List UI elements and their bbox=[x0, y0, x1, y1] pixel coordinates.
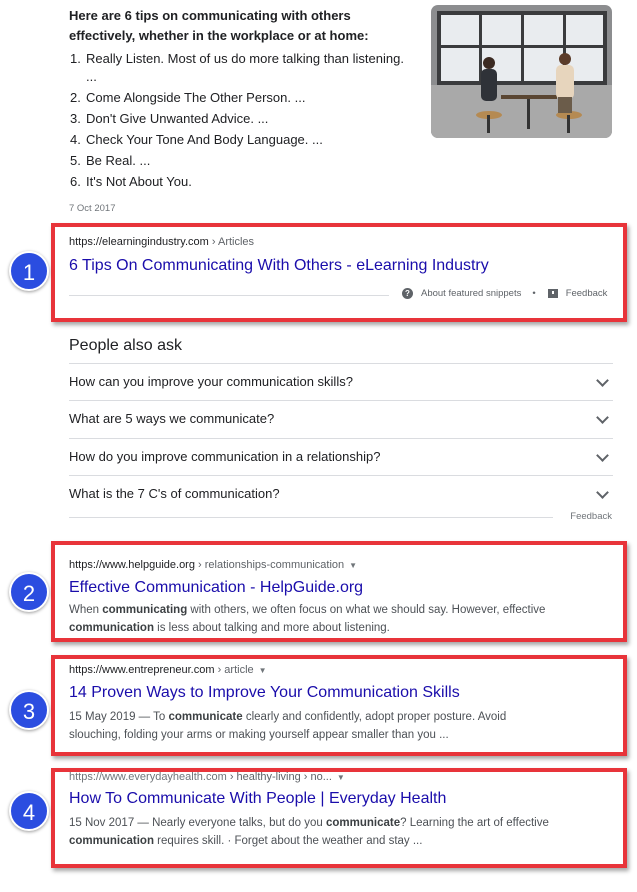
help-circle-icon: ? bbox=[402, 288, 413, 299]
list-item: 1. Really Listen. Most of us do more talk… bbox=[70, 51, 404, 84]
featured-snippet-list: 1. Really Listen. Most of us do more talk… bbox=[69, 50, 419, 194]
result-title-link[interactable]: 14 Proven Ways to Improve Your Communica… bbox=[69, 684, 460, 702]
result-description: 15 May 2019 — To communicate clearly and… bbox=[69, 711, 507, 741]
caret-down-icon[interactable]: ▼ bbox=[349, 561, 357, 570]
paa-question-3[interactable]: How do you improve communication in a re… bbox=[69, 439, 613, 476]
paa-question-2[interactable]: What are 5 ways we communicate? bbox=[69, 401, 613, 438]
breadcrumb: › relationships-communication bbox=[198, 559, 345, 571]
featured-snippet-image[interactable] bbox=[431, 5, 612, 138]
snippet-date: 7 Oct 2017 bbox=[69, 203, 116, 214]
snippet-source-title-link[interactable]: 6 Tips On Communicating With Others - eL… bbox=[69, 257, 489, 275]
breadcrumb: › Articles bbox=[211, 236, 255, 248]
breadcrumb: › healthy-living › no... bbox=[229, 771, 332, 783]
chevron-down-icon bbox=[596, 449, 609, 462]
result-url[interactable]: https://www.helpguide.org › relationship… bbox=[69, 559, 357, 571]
separator-dot: • bbox=[532, 288, 536, 299]
feedback-link[interactable]: Feedback bbox=[566, 288, 608, 299]
result-description: When communicating with others, we often… bbox=[69, 604, 546, 634]
list-item: 2. Come Alongside The Other Person. ... bbox=[70, 90, 306, 105]
result-title-link[interactable]: How To Communicate With People | Everyda… bbox=[69, 790, 446, 808]
people-also-ask-heading: People also ask bbox=[69, 337, 182, 354]
chevron-down-icon bbox=[596, 411, 609, 424]
annotation-badge-2: 2 bbox=[9, 572, 49, 612]
result-url[interactable]: https://www.entrepreneur.com › article ▼ bbox=[69, 664, 267, 676]
annotation-badge-1: 1 bbox=[9, 251, 49, 291]
chevron-down-icon bbox=[596, 374, 609, 387]
list-item: 5. Be Real. ... bbox=[70, 153, 151, 168]
paa-question-4[interactable]: What is the 7 C's of communication? bbox=[69, 476, 613, 513]
snippet-source-url[interactable]: https://elearningindustry.com › Articles bbox=[69, 236, 254, 248]
divider bbox=[69, 295, 389, 296]
list-item: 6. It's Not About You. bbox=[70, 174, 192, 189]
result-title-link[interactable]: Effective Communication - HelpGuide.org bbox=[69, 579, 363, 597]
annotation-badge-4: 4 bbox=[9, 791, 49, 831]
featured-snippet-heading: Here are 6 tips on communicating with ot… bbox=[69, 8, 369, 43]
snippet-footer: ? About featured snippets • Feedback bbox=[402, 288, 607, 299]
chevron-down-icon bbox=[596, 486, 609, 499]
caret-down-icon[interactable]: ▼ bbox=[259, 666, 267, 675]
paa-question-1[interactable]: How can you improve your communication s… bbox=[69, 364, 613, 401]
caret-down-icon[interactable]: ▼ bbox=[337, 773, 345, 782]
office-photo bbox=[431, 5, 612, 138]
divider bbox=[69, 517, 553, 518]
result-description: 15 Nov 2017 — Nearly everyone talks, but… bbox=[69, 817, 549, 847]
feedback-flag-icon bbox=[547, 289, 558, 298]
list-item: 3. Don't Give Unwanted Advice. ... bbox=[70, 111, 269, 126]
result-url[interactable]: https://www.everydayhealth.com › healthy… bbox=[69, 771, 345, 783]
breadcrumb: › article bbox=[217, 664, 254, 676]
about-featured-snippets-link[interactable]: About featured snippets bbox=[421, 288, 521, 299]
list-item: 4. Check Your Tone And Body Language. ... bbox=[70, 132, 323, 147]
paa-feedback-link[interactable]: Feedback bbox=[570, 511, 612, 522]
annotation-badge-3: 3 bbox=[9, 690, 49, 730]
